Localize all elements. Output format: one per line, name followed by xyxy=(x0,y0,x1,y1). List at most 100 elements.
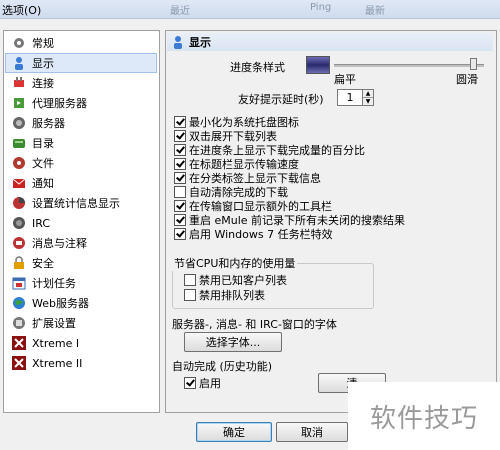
autocomplete-label: 自动完成 (历史功能) xyxy=(172,360,273,373)
xtreme-icon xyxy=(12,336,26,350)
sidebar-item-directory[interactable]: 目录 xyxy=(6,134,156,152)
faded-title-1: Ping xyxy=(310,2,332,13)
checkbox-enable-autocomplete[interactable]: 启用 xyxy=(184,376,221,390)
folder-icon xyxy=(12,136,26,150)
font-section-label: 服务器-, 消息- 和 IRC-窗口的字体 xyxy=(172,318,337,331)
title-bar: 选项(O) 最近 Ping 最新 xyxy=(0,0,500,19)
display-settings-panel: 显示 进度条样式 扁平 圆滑 友好提示延时(秒) 1 ▲ ▼ 最小化为系统托盘图… xyxy=(165,30,497,413)
message-icon xyxy=(12,236,26,250)
stats-icon xyxy=(12,196,26,210)
tooltip-delay-spinner[interactable]: ▲ ▼ xyxy=(362,89,374,106)
globe-icon xyxy=(12,296,26,310)
lock-icon xyxy=(12,256,26,270)
checkbox-progress-percent[interactable]: 在进度条上显示下载完成量的百分比 xyxy=(174,143,365,157)
sidebar-item-label: 计划任务 xyxy=(32,277,76,290)
ok-button[interactable]: 确定 xyxy=(196,422,272,442)
checkbox-label: 启用 xyxy=(199,376,221,390)
sidebar-item-connection[interactable]: 连接 xyxy=(6,74,156,92)
checkbox-category-info[interactable]: 在分类标签上显示下载信息 xyxy=(174,171,321,185)
calendar-icon xyxy=(12,276,26,290)
slider-left-label: 扁平 xyxy=(334,73,356,86)
progress-style-slider-thumb[interactable] xyxy=(470,58,477,70)
sidebar-item-messages[interactable]: 消息与注释 xyxy=(6,234,156,252)
checkbox-box[interactable] xyxy=(184,376,196,389)
options-sidebar: 常规 显示 连接 代理服务器 服务器 目录 文件 通知 设置统计信息显示 IRC… xyxy=(3,30,160,413)
sidebar-item-irc[interactable]: IRC xyxy=(6,214,156,232)
checkbox-double-click-expand[interactable]: 双击展开下载列表 xyxy=(174,129,277,143)
sidebar-item-label: 目录 xyxy=(32,137,54,150)
checkbox-box[interactable] xyxy=(174,213,186,226)
xtreme-icon xyxy=(12,356,26,370)
sidebar-item-server[interactable]: 服务器 xyxy=(6,114,156,132)
sidebar-item-stats[interactable]: 设置统计信息显示 xyxy=(6,194,156,212)
sidebar-item-notify[interactable]: 通知 xyxy=(6,174,156,192)
checkbox-box[interactable] xyxy=(184,288,196,301)
plug-icon xyxy=(12,76,26,90)
sidebar-item-files[interactable]: 文件 xyxy=(6,154,156,172)
sidebar-item-label: 显示 xyxy=(32,57,54,70)
panel-title: 显示 xyxy=(189,36,211,49)
spinner-down-icon[interactable]: ▼ xyxy=(363,98,373,105)
progress-style-slider[interactable] xyxy=(334,64,484,67)
sidebar-item-label: IRC xyxy=(32,216,51,230)
sidebar-item-label: 设置统计信息显示 xyxy=(32,197,120,210)
sidebar-item-webserver[interactable]: Web服务器 xyxy=(6,294,156,312)
sidebar-item-schedule[interactable]: 计划任务 xyxy=(6,274,156,292)
checkbox-minimize-tray[interactable]: 最小化为系统托盘图标 xyxy=(174,115,299,129)
checkbox-disable-queue-list[interactable]: 禁用排队列表 xyxy=(184,288,265,302)
checkbox-extra-toolbar[interactable]: 在传输窗口显示额外的工具栏 xyxy=(174,199,332,213)
cancel-button[interactable]: 取消 xyxy=(276,422,348,442)
checkbox-box[interactable] xyxy=(174,115,186,128)
sidebar-item-extended[interactable]: 扩展设置 xyxy=(6,314,156,332)
sidebar-item-label: 代理服务器 xyxy=(32,97,87,110)
sidebar-item-label: 消息与注释 xyxy=(32,237,87,250)
checkbox-box[interactable] xyxy=(174,143,186,156)
sidebar-item-label: 常规 xyxy=(32,37,54,50)
sidebar-item-label: 文件 xyxy=(32,157,54,170)
checkbox-box[interactable] xyxy=(184,273,196,286)
sidebar-item-security[interactable]: 安全 xyxy=(6,254,156,272)
spinner-up-icon[interactable]: ▲ xyxy=(363,90,373,98)
select-font-button[interactable]: 选择字体... xyxy=(184,332,282,352)
tooltip-delay-label: 友好提示延时(秒) xyxy=(238,93,324,106)
faded-title-0: 最近 xyxy=(170,6,190,17)
checkbox-disable-known-clients[interactable]: 禁用已知客户列表 xyxy=(184,273,287,287)
sidebar-item-label: Xtreme I xyxy=(32,336,80,350)
faded-title-area: 最近 Ping 最新 xyxy=(130,2,430,17)
checkbox-win7-taskbar[interactable]: 启用 Windows 7 任务栏特效 xyxy=(174,227,333,241)
sidebar-item-xtreme-1[interactable]: Xtreme I xyxy=(6,334,156,352)
window-title: 选项(O) xyxy=(2,4,42,17)
sidebar-item-label: Xtreme II xyxy=(32,356,83,370)
progress-style-label: 进度条样式 xyxy=(230,61,285,74)
checkbox-label: 启用 Windows 7 任务栏特效 xyxy=(189,227,333,241)
sidebar-item-label: 扩展设置 xyxy=(32,317,76,330)
sidebar-item-label: 通知 xyxy=(32,177,54,190)
checkbox-box[interactable] xyxy=(174,227,186,240)
person-icon xyxy=(12,56,26,70)
tooltip-delay-value: 1 xyxy=(346,91,354,104)
sidebar-item-label: 连接 xyxy=(32,77,54,90)
sidebar-item-label: 服务器 xyxy=(32,117,65,130)
sidebar-item-label: Web服务器 xyxy=(32,297,89,310)
extension-icon xyxy=(12,316,26,330)
sidebar-item-xtreme-2[interactable]: Xtreme II xyxy=(6,354,156,372)
sidebar-item-proxy[interactable]: 代理服务器 xyxy=(6,94,156,112)
sidebar-item-display[interactable]: 显示 xyxy=(5,53,157,73)
sidebar-item-label: 安全 xyxy=(32,257,54,270)
checkbox-box[interactable] xyxy=(174,171,186,184)
checkbox-restore-searches[interactable]: 重启 eMule 前记录下所有未关闭的搜索结果 xyxy=(174,213,405,227)
checkbox-box[interactable] xyxy=(174,199,186,212)
checkbox-box[interactable] xyxy=(174,185,186,198)
cpu-group-title: 节省CPU和内存的使用量 xyxy=(172,255,298,271)
sidebar-item-general[interactable]: 常规 xyxy=(6,34,156,52)
checkbox-box[interactable] xyxy=(174,157,186,170)
checkbox-box[interactable] xyxy=(174,129,186,142)
gear-icon xyxy=(12,36,26,50)
irc-icon xyxy=(12,216,26,230)
checkbox-titlebar-speed[interactable]: 在标题栏显示传输速度 xyxy=(174,157,299,171)
options-window: 选项(O) 最近 Ping 最新 常规 显示 连接 代理服务器 服务器 目录 文… xyxy=(0,0,500,450)
proxy-icon xyxy=(12,96,26,110)
checkbox-auto-clear[interactable]: 自动清除完成的下载 xyxy=(174,185,288,199)
faded-title-2: 最新 xyxy=(365,6,385,17)
tooltip-delay-input[interactable]: 1 xyxy=(337,89,363,106)
